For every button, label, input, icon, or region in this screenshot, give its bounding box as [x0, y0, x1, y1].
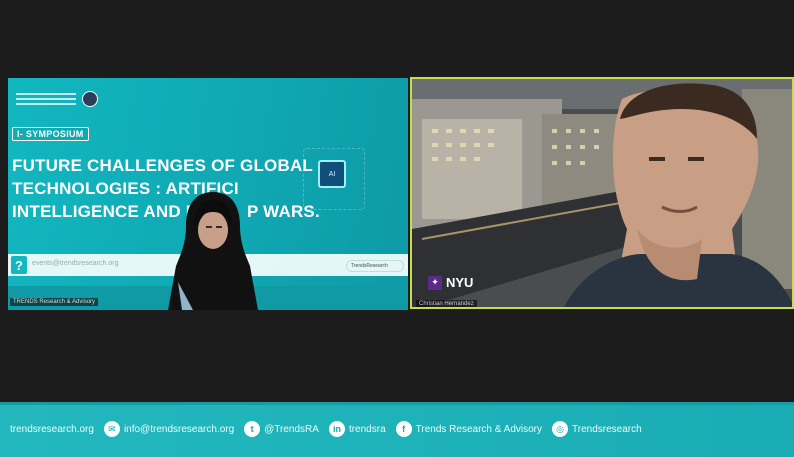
footer-twitter: t @TrendsRA: [244, 421, 319, 437]
participant-name-tag: Christian Hernandez: [416, 300, 477, 307]
email-icon: ✉: [103, 421, 120, 437]
footer-linkedin-text: trendsra: [348, 423, 386, 435]
nyu-logo: ✦ NYU: [428, 275, 473, 290]
footer-instagram: ◎ Trendsresearch: [552, 421, 642, 437]
instagram-icon: ◎: [552, 421, 568, 437]
title-line: FUTURE CHALLENGES OF GLOBAL: [12, 156, 313, 175]
participant-name-tag: TRENDS Research & Advisory: [10, 298, 99, 306]
trends-badge: TrendsResearch: [346, 260, 404, 272]
symposium-label: I- SYMPOSIUM: [12, 127, 89, 141]
facebook-icon: f: [395, 421, 412, 437]
footer-website-text: trendsresearch.org: [10, 423, 94, 435]
footer-email-text: info@trendsresearch.org: [123, 423, 235, 435]
nyu-logo-text: NYU: [446, 275, 474, 290]
footer-website: trendsresearch.org: [10, 424, 94, 435]
participant-tile-speaker[interactable]: ✦ NYU Christian Hernandez: [410, 77, 794, 309]
twitter-icon: t: [244, 421, 261, 437]
speaker-video-left: [168, 192, 258, 310]
torch-icon: ✦: [428, 275, 442, 290]
ai-chip-icon: AI: [318, 160, 346, 188]
banner-email: events@trendsresearch.org: [32, 260, 119, 267]
footer-items: trendsresearch.org ✉ info@trendsresearch…: [10, 421, 642, 437]
footer-contact-bar: trendsresearch.org ✉ info@trendsresearch…: [0, 402, 794, 457]
footer-instagram-text: Trendsresearch: [572, 423, 642, 435]
video-conference-stage: I- SYMPOSIUM FUTURE CHALLENGES OF GLOBAL…: [0, 0, 794, 457]
linkedin-icon: in: [328, 421, 345, 437]
question-mark-icon: ?: [11, 256, 27, 274]
footer-email: ✉ info@trendsresearch.org: [103, 421, 235, 437]
logo-circle-icon: [82, 91, 98, 107]
footer-facebook: f Trends Research & Advisory: [395, 421, 542, 437]
footer-facebook-text: Trends Research & Advisory: [415, 423, 542, 435]
footer-twitter-text: @TrendsRA: [264, 423, 319, 435]
participant-tile-presentation[interactable]: I- SYMPOSIUM FUTURE CHALLENGES OF GLOBAL…: [8, 78, 408, 310]
trends-logo: [16, 90, 98, 108]
footer-linkedin: in trendsra: [328, 421, 386, 437]
